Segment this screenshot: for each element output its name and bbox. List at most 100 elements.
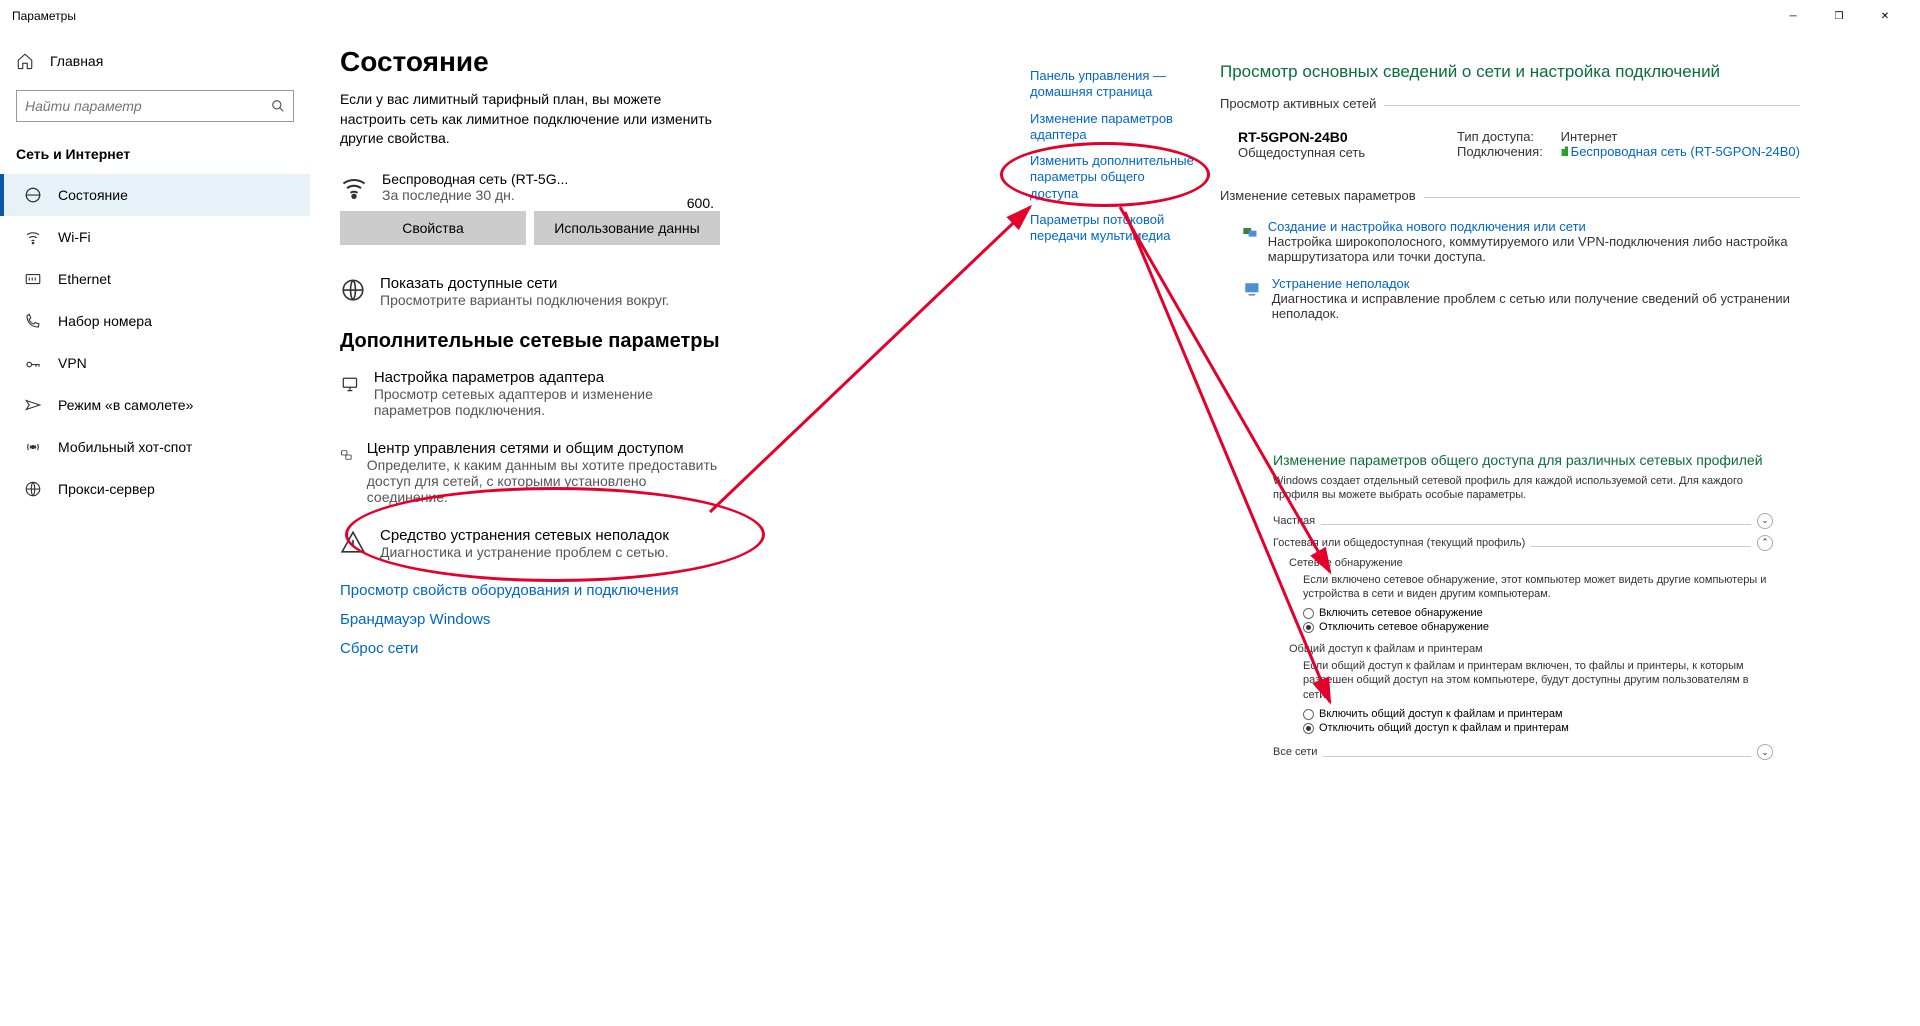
connection-period: За последние 30 дн.	[382, 187, 568, 203]
cp-home-link[interactable]: Панель управления — домашняя страница	[1030, 68, 1195, 101]
access-type-label: Тип доступа:	[1457, 129, 1557, 144]
status-description: Если у вас лимитный тарифный план, вы мо…	[340, 90, 720, 149]
discovery-title: Сетевое обнаружение	[1289, 557, 1773, 569]
active-nets-label: Просмотр активных сетей	[1220, 96, 1376, 111]
firewall-link[interactable]: Брандмауэр Windows	[340, 611, 720, 628]
home-button[interactable]: Главная	[0, 42, 310, 80]
chevron-down-icon: ⌄	[1757, 513, 1773, 529]
adv-title: Изменение параметров общего доступа для …	[1273, 452, 1773, 468]
allnets-label: Все сети	[1273, 746, 1317, 758]
adapter-settings-item[interactable]: Настройка параметров адаптера Просмотр с…	[340, 369, 720, 418]
file-sharing-section: Общий доступ к файлам и принтерам Если о…	[1289, 643, 1773, 734]
window-title: Параметры	[12, 9, 1770, 23]
content: Состояние Если у вас лимитный тарифный п…	[310, 32, 1920, 1026]
divider	[1321, 524, 1751, 525]
sidebar-item-vpn[interactable]: VPN	[0, 342, 310, 384]
section-label: Сеть и Интернет	[0, 138, 310, 174]
new-connection-item[interactable]: Создание и настройка нового подключения …	[1220, 213, 1800, 270]
filesharing-off-radio[interactable]: Отключить общий доступ к файлам и принте…	[1303, 722, 1773, 734]
cp-adapter-link[interactable]: Изменение параметров адаптера	[1030, 111, 1195, 144]
connection-name: Беспроводная сеть (RT-5G...	[382, 171, 568, 187]
discovery-off-radio[interactable]: Отключить сетевое обнаружение	[1303, 621, 1773, 633]
wifi-signal-icon	[340, 173, 368, 201]
connection-link[interactable]: Беспроводная сеть (RT-5GPON-24B0)	[1571, 144, 1800, 159]
adapter-title: Настройка параметров адаптера	[374, 369, 720, 386]
adapter-desc: Просмотр сетевых адаптеров и изменение п…	[374, 386, 720, 418]
sidebar-item-ethernet[interactable]: Ethernet	[0, 258, 310, 300]
new-connection-desc: Настройка широкополосного, коммутируемог…	[1268, 234, 1800, 264]
filesharing-on-radio[interactable]: Включить общий доступ к файлам и принтер…	[1303, 708, 1773, 720]
page-title: Состояние	[340, 46, 720, 78]
show-networks-desc: Просмотрите варианты подключения вокруг.	[380, 292, 669, 308]
divider	[1323, 756, 1751, 757]
data-usage-button[interactable]: Использование данны	[534, 211, 720, 245]
chevron-down-icon: ⌄	[1757, 744, 1773, 760]
sidebar-item-label: Мобильный хот-спот	[58, 439, 192, 455]
show-networks-item[interactable]: Показать доступные сети Просмотрите вари…	[340, 275, 720, 308]
search-icon	[271, 99, 285, 113]
warning-icon	[340, 529, 366, 555]
ethernet-icon	[24, 270, 42, 288]
adapter-icon	[340, 371, 360, 397]
radio-label: Отключить сетевое обнаружение	[1319, 621, 1489, 633]
discovery-on-radio[interactable]: Включить сетевое обнаружение	[1303, 607, 1773, 619]
sidebar-item-dialup[interactable]: Набор номера	[0, 300, 310, 342]
guest-profile-row[interactable]: Гостевая или общедоступная (текущий проф…	[1273, 535, 1773, 551]
sidebar-item-label: Прокси-сервер	[58, 481, 155, 497]
troubleshoot-desc: Диагностика и устранение проблем с сетью…	[380, 544, 669, 560]
wifi-icon	[24, 228, 42, 246]
divider	[1531, 546, 1751, 547]
new-connection-title: Создание и настройка нового подключения …	[1268, 219, 1800, 234]
control-panel-links: Панель управления — домашняя страница Из…	[1030, 68, 1195, 254]
vpn-icon	[24, 354, 42, 372]
hardware-props-link[interactable]: Просмотр свойств оборудования и подключе…	[340, 582, 720, 599]
network-reset-link[interactable]: Сброс сети	[340, 640, 720, 657]
sidebar-item-wifi[interactable]: Wi-Fi	[0, 216, 310, 258]
status-column: Состояние Если у вас лимитный тарифный п…	[340, 46, 720, 669]
search-input[interactable]	[25, 98, 271, 114]
home-label: Главная	[50, 53, 103, 69]
minimize-button[interactable]: ─	[1770, 0, 1816, 32]
sidebar-item-hotspot[interactable]: Мобильный хот-спот	[0, 426, 310, 468]
advanced-header: Дополнительные сетевые параметры	[340, 330, 720, 353]
sidebar-item-label: Ethernet	[58, 271, 111, 287]
properties-button[interactable]: Свойства	[340, 211, 526, 245]
advanced-sharing-panel: Изменение параметров общего доступа для …	[1273, 452, 1773, 766]
airplane-icon	[24, 396, 42, 414]
signal-icon: ııll	[1561, 144, 1567, 159]
sidebar-item-label: Wi-Fi	[58, 229, 91, 245]
sidebar-item-label: Режим «в самолете»	[58, 397, 193, 413]
guest-label: Гостевая или общедоступная (текущий проф…	[1273, 537, 1525, 549]
network-center-item[interactable]: Центр управления сетями и общим доступом…	[340, 440, 720, 505]
nc-title: Просмотр основных сведений о сети и наст…	[1220, 62, 1800, 82]
active-connection: Беспроводная сеть (RT-5G... За последние…	[340, 171, 568, 203]
new-connection-icon	[1242, 221, 1258, 243]
divider	[1384, 105, 1800, 106]
radio-icon	[1303, 622, 1314, 633]
show-networks-title: Показать доступные сети	[380, 275, 669, 292]
cp-media-link[interactable]: Параметры потоковой передачи мультимедиа	[1030, 212, 1195, 245]
network-center-desc: Определите, к каким данным вы хотите пре…	[367, 457, 720, 505]
filesharing-title: Общий доступ к файлам и принтерам	[1289, 643, 1773, 655]
radio-label: Включить сетевое обнаружение	[1319, 607, 1483, 619]
private-profile-row[interactable]: Частная ⌄	[1273, 513, 1773, 529]
cp-sharing-link[interactable]: Изменить дополнительные параметры общего…	[1030, 153, 1195, 202]
radio-label: Отключить общий доступ к файлам и принте…	[1319, 722, 1569, 734]
sidebar-item-airplane[interactable]: Режим «в самолете»	[0, 384, 310, 426]
close-button[interactable]: ✕	[1862, 0, 1908, 32]
radio-icon	[1303, 723, 1314, 734]
maximize-button[interactable]: ❐	[1816, 0, 1862, 32]
proxy-icon	[24, 480, 42, 498]
sidebar-item-status[interactable]: Состояние	[0, 174, 310, 216]
private-label: Частная	[1273, 515, 1315, 527]
sidebar-item-label: Набор номера	[58, 313, 152, 329]
all-networks-row[interactable]: Все сети ⌄	[1273, 744, 1773, 760]
sidebar: Главная Сеть и Интернет Состояние Wi-Fi …	[0, 32, 310, 1026]
search-box[interactable]	[16, 90, 294, 122]
discovery-desc: Если включено сетевое обнаружение, этот …	[1303, 573, 1773, 602]
sidebar-item-proxy[interactable]: Прокси-сервер	[0, 468, 310, 510]
window-controls: ─ ❐ ✕	[1770, 0, 1908, 32]
nc-troubleshoot-item[interactable]: Устранение неполадок Диагностика и испра…	[1220, 270, 1800, 327]
troubleshoot-item[interactable]: Средство устранения сетевых неполадок Ди…	[340, 527, 720, 560]
active-net-type: Общедоступная сеть	[1238, 145, 1365, 160]
